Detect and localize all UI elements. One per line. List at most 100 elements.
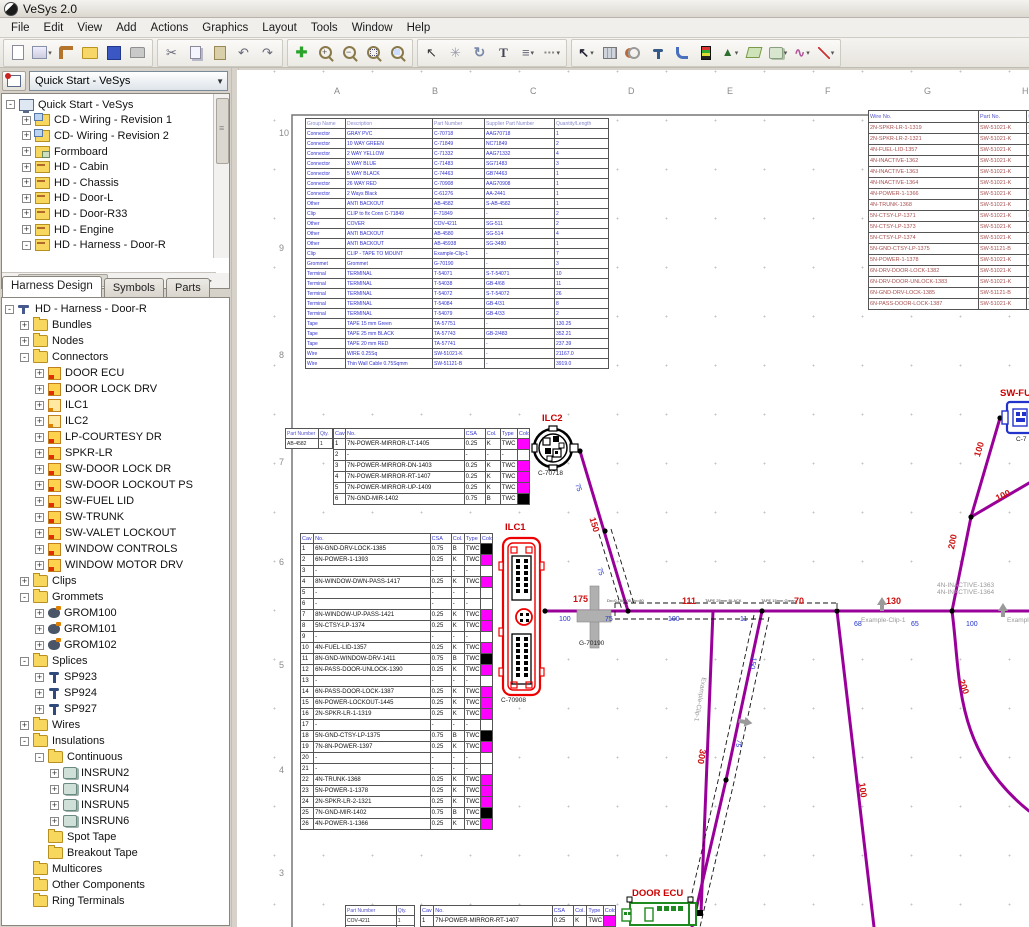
tree-item[interactable]: + HD - Door-R33 bbox=[2, 206, 229, 222]
vertical-scrollbar[interactable] bbox=[213, 94, 229, 258]
ilc2-connector-symbol[interactable] bbox=[532, 426, 578, 470]
tree-item[interactable]: + HD - Door-L bbox=[2, 191, 229, 207]
expander-icon[interactable]: + bbox=[35, 641, 44, 650]
tree-item[interactable]: + CD - Wiring - Revision 1 bbox=[2, 113, 229, 129]
tree-item[interactable]: + ILC2 bbox=[2, 413, 229, 429]
expander-icon[interactable]: + bbox=[35, 609, 44, 618]
tree-item[interactable]: - Quick Start - VeSys bbox=[2, 97, 229, 113]
expander-icon[interactable]: + bbox=[35, 561, 44, 570]
ecu-part-table[interactable]: Part NumberQty. COV-42111F-718491 bbox=[345, 905, 415, 927]
expander-icon[interactable]: + bbox=[35, 465, 44, 474]
toolbar-button[interactable] bbox=[647, 42, 669, 64]
expander-icon[interactable]: + bbox=[22, 116, 31, 125]
toolbar-button[interactable]: ↶ bbox=[233, 42, 255, 64]
toolbar-button[interactable] bbox=[55, 42, 77, 64]
tree-item[interactable]: + Nodes bbox=[2, 333, 229, 349]
expander-icon[interactable]: - bbox=[20, 737, 29, 746]
toolbar-button[interactable] bbox=[623, 42, 645, 64]
dropdown-arrow-icon[interactable]: ▾ bbox=[557, 49, 561, 57]
toolbar-button[interactable] bbox=[339, 42, 361, 64]
tree-item[interactable]: + SW-DOOR LOCK DR bbox=[2, 461, 229, 477]
dropdown-arrow-icon[interactable]: ▾ bbox=[531, 49, 535, 57]
tree-item[interactable]: + SW-FUEL LID bbox=[2, 493, 229, 509]
toolbar-button[interactable] bbox=[209, 42, 231, 64]
tree-item[interactable]: + GROM100 bbox=[2, 605, 229, 621]
tree-item[interactable]: + HD - Engine bbox=[2, 222, 229, 238]
toolbar-button[interactable] bbox=[185, 42, 207, 64]
tree-item[interactable]: + Bundles bbox=[2, 317, 229, 333]
tree-item[interactable]: + Wires bbox=[2, 717, 229, 733]
ilc2-part-table[interactable]: Part NumberQty. AB-45821 bbox=[285, 428, 332, 449]
tree-item[interactable]: + SW-VALET LOCKOUT bbox=[2, 525, 229, 541]
expander-icon[interactable]: + bbox=[35, 369, 44, 378]
toolbar-button[interactable]: ✂ bbox=[161, 42, 183, 64]
tree-item[interactable]: + HD - Cabin bbox=[2, 159, 229, 175]
menu-item[interactable]: File bbox=[4, 20, 37, 36]
expander-icon[interactable]: + bbox=[35, 385, 44, 394]
expander-icon[interactable]: + bbox=[35, 689, 44, 698]
expander-icon[interactable]: + bbox=[35, 625, 44, 634]
toolbar-button[interactable]: ▲▾ bbox=[719, 42, 741, 64]
tree-item[interactable]: + INSRUN4 bbox=[2, 781, 229, 797]
combo-dropdown-icon[interactable]: ▼ bbox=[216, 77, 224, 86]
toolbar-button[interactable] bbox=[599, 42, 621, 64]
menu-item[interactable]: Layout bbox=[255, 20, 304, 36]
workspace-button[interactable] bbox=[2, 71, 26, 91]
expander-icon[interactable]: + bbox=[22, 163, 31, 172]
swfu-connector-symbol[interactable] bbox=[1002, 402, 1029, 433]
tree-item[interactable]: - Continuous bbox=[2, 749, 229, 765]
expander-icon[interactable]: + bbox=[22, 178, 31, 187]
tree-item[interactable]: + SP924 bbox=[2, 685, 229, 701]
expander-icon[interactable]: + bbox=[35, 545, 44, 554]
toolbar-button[interactable]: ≡▾ bbox=[517, 42, 539, 64]
tree-item[interactable]: - HD - Harness - Door-R bbox=[2, 301, 229, 317]
dropdown-arrow-icon[interactable]: ▾ bbox=[831, 49, 835, 57]
toolbar-button[interactable] bbox=[695, 42, 717, 64]
ilc1-cavity-table[interactable]: CavNo.CSACol.TypeColor 16N-GND-DRV-LOCK-… bbox=[300, 533, 493, 830]
toolbar-button[interactable]: ✳ bbox=[445, 42, 467, 64]
tree-item[interactable]: + GROM102 bbox=[2, 637, 229, 653]
toolbar-button[interactable] bbox=[7, 42, 29, 64]
toolbar-button[interactable]: ▾ bbox=[815, 42, 837, 64]
panel-tab[interactable]: Symbols bbox=[104, 278, 164, 297]
expander-icon[interactable]: + bbox=[35, 433, 44, 442]
toolbar-button[interactable]: ▾ bbox=[767, 42, 789, 64]
toolbar-button[interactable]: ↖ bbox=[421, 42, 443, 64]
expander-icon[interactable]: + bbox=[35, 497, 44, 506]
tree-item[interactable]: + DOOR LOCK DRV bbox=[2, 381, 229, 397]
dropdown-arrow-icon[interactable]: ▾ bbox=[735, 49, 739, 57]
menu-item[interactable]: Edit bbox=[37, 20, 71, 36]
toolbar-button[interactable]: ∿▾ bbox=[791, 42, 813, 64]
bundle-curve-right[interactable] bbox=[952, 611, 1029, 811]
toolbar-button[interactable]: ↻ bbox=[469, 42, 491, 64]
tree-item[interactable]: - Grommets bbox=[2, 589, 229, 605]
dropdown-arrow-icon[interactable]: ▾ bbox=[590, 49, 594, 57]
expander-icon[interactable]: + bbox=[20, 577, 29, 586]
panel-tab[interactable]: Harness Design bbox=[2, 276, 102, 297]
tree-item[interactable]: + INSRUN2 bbox=[2, 765, 229, 781]
tree-item[interactable]: Ring Terminals bbox=[2, 893, 229, 909]
expander-icon[interactable]: + bbox=[35, 513, 44, 522]
workspace-combo[interactable]: Quick Start - VeSys ▼ bbox=[29, 71, 228, 91]
bundle-network[interactable] bbox=[545, 418, 1029, 927]
expander-icon[interactable]: + bbox=[22, 194, 31, 203]
toolbar-button[interactable]: T bbox=[493, 42, 515, 64]
tree-item[interactable]: + WINDOW MOTOR DRV bbox=[2, 557, 229, 573]
expander-icon[interactable]: - bbox=[5, 305, 14, 314]
drawing-canvas[interactable]: ABCDEFGH 109876543 bbox=[237, 70, 1029, 927]
toolbar-button[interactable] bbox=[79, 42, 101, 64]
tree-item[interactable]: Other Components bbox=[2, 877, 229, 893]
tree-item[interactable]: + SP923 bbox=[2, 669, 229, 685]
toolbar-button[interactable]: ✚ bbox=[291, 42, 313, 64]
menu-item[interactable]: Graphics bbox=[195, 20, 255, 36]
ecu-cavity-table[interactable]: CavNo.CSACol.TypeColor 17N-POWER-MIRROR-… bbox=[420, 905, 616, 927]
tree-item[interactable]: + CD- Wiring - Revision 2 bbox=[2, 128, 229, 144]
toolbar-button[interactable]: ↷ bbox=[257, 42, 279, 64]
toolbar-button[interactable]: ↖▾ bbox=[575, 42, 597, 64]
tree-item[interactable]: + LP-COURTESY DR bbox=[2, 429, 229, 445]
toolbar-button[interactable] bbox=[103, 42, 125, 64]
expander-icon[interactable]: + bbox=[20, 721, 29, 730]
menu-item[interactable]: Window bbox=[345, 20, 400, 36]
menu-item[interactable]: Add bbox=[109, 20, 143, 36]
tree-item[interactable]: Spot Tape bbox=[2, 829, 229, 845]
